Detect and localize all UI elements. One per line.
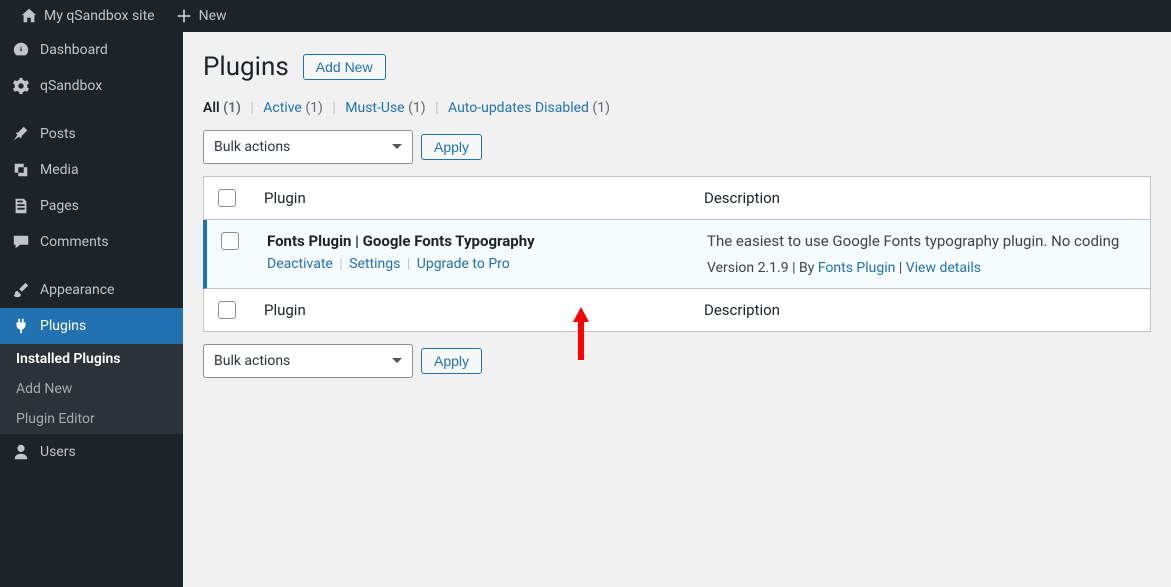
filter-must-use[interactable]: Must-Use (1) bbox=[345, 100, 425, 116]
sidebar-item-pages[interactable]: Pages bbox=[0, 188, 183, 224]
sidebar-item-plugins[interactable]: Plugins bbox=[0, 308, 183, 344]
plugin-deactivate-link[interactable]: Deactivate bbox=[267, 256, 333, 272]
filter-all[interactable]: All (1) bbox=[203, 100, 241, 116]
topbar-site-name: My qSandbox site bbox=[44, 8, 155, 24]
dashboard-icon bbox=[12, 41, 30, 59]
bulk-apply-button-bottom[interactable]: Apply bbox=[421, 348, 482, 374]
brush-icon bbox=[12, 281, 30, 299]
main-content: Plugins Add New All (1) | Active (1) | M… bbox=[183, 32, 1171, 587]
plugin-author-link[interactable]: Fonts Plugin bbox=[818, 260, 896, 276]
sidebar-item-qsandbox[interactable]: qSandbox bbox=[0, 68, 183, 104]
plugin-row: Fonts Plugin | Google Fonts Typography D… bbox=[203, 220, 1150, 289]
bulk-actions-select-bottom[interactable]: Bulk actions bbox=[203, 344, 413, 378]
filter-auto-updates-disabled[interactable]: Auto-updates Disabled (1) bbox=[448, 100, 610, 116]
plugins-submenu: Installed Plugins Add New Plugin Editor bbox=[0, 344, 183, 434]
pages-icon bbox=[12, 197, 30, 215]
sidebar-label: Plugins bbox=[40, 318, 86, 334]
user-icon bbox=[12, 443, 30, 461]
topbar-new-link[interactable]: New bbox=[165, 0, 237, 32]
topbar-site-link[interactable]: My qSandbox site bbox=[10, 0, 165, 32]
filter-active[interactable]: Active (1) bbox=[263, 100, 323, 116]
column-footer-plugin: Plugin bbox=[254, 289, 694, 331]
column-header-description: Description bbox=[694, 177, 1150, 219]
admin-sidebar: Dashboard qSandbox Posts Media bbox=[0, 32, 183, 587]
add-new-plugin-button[interactable]: Add New bbox=[303, 54, 386, 80]
plug-icon bbox=[12, 317, 30, 335]
submenu-installed-plugins[interactable]: Installed Plugins bbox=[0, 344, 183, 374]
plugin-meta: Version 2.1.9 | By Fonts Plugin | View d… bbox=[707, 260, 1140, 276]
plugin-upgrade-link[interactable]: Upgrade to Pro bbox=[417, 256, 510, 272]
plugin-name: Fonts Plugin | Google Fonts Typography bbox=[267, 232, 687, 250]
bulk-actions-select-top[interactable]: Bulk actions bbox=[203, 130, 413, 164]
sidebar-label: Appearance bbox=[40, 282, 114, 298]
sidebar-label: Posts bbox=[40, 126, 76, 142]
gear-icon bbox=[12, 77, 30, 95]
bulk-apply-button-top[interactable]: Apply bbox=[421, 134, 482, 160]
sidebar-item-posts[interactable]: Posts bbox=[0, 116, 183, 152]
media-icon bbox=[12, 161, 30, 179]
comment-icon bbox=[12, 233, 30, 251]
select-all-checkbox-bottom[interactable] bbox=[218, 301, 236, 319]
plugin-description: The easiest to use Google Fonts typograp… bbox=[707, 232, 1140, 250]
sidebar-item-comments[interactable]: Comments bbox=[0, 224, 183, 260]
plugin-settings-link[interactable]: Settings bbox=[349, 256, 400, 272]
sidebar-label: Media bbox=[40, 162, 79, 178]
sidebar-label: Comments bbox=[40, 234, 109, 250]
sidebar-item-appearance[interactable]: Appearance bbox=[0, 272, 183, 308]
sidebar-label: Users bbox=[40, 444, 76, 460]
select-all-checkbox-top[interactable] bbox=[218, 189, 236, 207]
admin-topbar: My qSandbox site New bbox=[0, 0, 1171, 32]
page-title: Plugins bbox=[203, 52, 289, 82]
plus-icon bbox=[175, 7, 193, 25]
plugin-status-filters: All (1) | Active (1) | Must-Use (1) | Au… bbox=[203, 100, 1151, 116]
sidebar-label: Dashboard bbox=[40, 42, 108, 58]
plugin-view-details-link[interactable]: View details bbox=[906, 260, 981, 276]
submenu-add-new[interactable]: Add New bbox=[0, 374, 183, 404]
column-header-plugin: Plugin bbox=[254, 177, 694, 219]
home-icon bbox=[20, 7, 38, 25]
pin-icon bbox=[12, 125, 30, 143]
sidebar-label: qSandbox bbox=[40, 78, 102, 94]
submenu-plugin-editor[interactable]: Plugin Editor bbox=[0, 404, 183, 434]
sidebar-item-users[interactable]: Users bbox=[0, 434, 183, 470]
column-footer-description: Description bbox=[694, 289, 1150, 331]
sidebar-item-media[interactable]: Media bbox=[0, 152, 183, 188]
sidebar-label: Pages bbox=[40, 198, 79, 214]
plugins-table: Plugin Description Fonts Plugin | Google… bbox=[203, 176, 1151, 332]
plugin-checkbox[interactable] bbox=[221, 232, 239, 250]
sidebar-item-dashboard[interactable]: Dashboard bbox=[0, 32, 183, 68]
topbar-new-label: New bbox=[199, 8, 227, 24]
